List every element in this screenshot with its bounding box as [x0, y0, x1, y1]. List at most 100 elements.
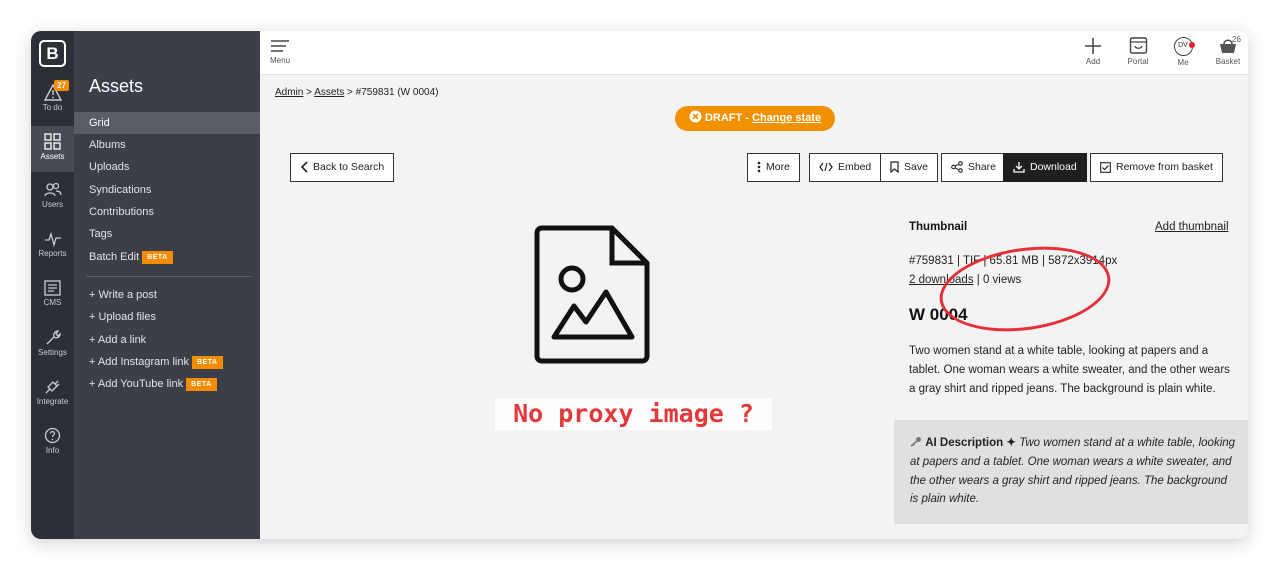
key-icon [910, 437, 921, 447]
rail-label: Assets [40, 152, 65, 161]
beta-badge: BETA [191, 355, 223, 369]
rail-item-info[interactable]: Info [31, 420, 74, 466]
subnav-item-batch-edit[interactable]: Batch Edit BETA [74, 246, 260, 268]
add-label: Add [1085, 57, 1101, 66]
bookmark-icon [890, 161, 899, 174]
menu-button[interactable]: Menu [270, 38, 290, 65]
download-button[interactable]: Download [1003, 153, 1087, 182]
image-placeholder-icon [534, 225, 650, 364]
rail-label: Integrate [36, 397, 69, 406]
rail-label: Users [42, 200, 63, 209]
embed-button[interactable]: Embed [809, 153, 882, 182]
avatar-initials: DV [1178, 42, 1188, 49]
subnav-item-tags[interactable]: Tags [74, 223, 260, 245]
beta-badge: BETA [142, 250, 173, 264]
rail-label: Info [45, 446, 60, 455]
thumbnail-heading: Thumbnail [909, 221, 968, 233]
rail-label: To do [42, 103, 63, 112]
me-button[interactable]: DV Me [1163, 36, 1203, 67]
more-label: More [766, 161, 790, 173]
rail-item-settings[interactable]: Settings [31, 322, 74, 368]
rail-item-assets[interactable]: Assets [31, 126, 74, 172]
rail-label: CMS [43, 298, 62, 307]
basket-count: 26 [1232, 35, 1241, 44]
share-label: Share [968, 161, 997, 173]
subnav-title: Assets [89, 76, 144, 96]
draft-state-label: DRAFT [704, 112, 743, 124]
rail-item-cms[interactable]: CMS [31, 273, 74, 319]
breadcrumb: Admin > Assets > #759831 (W 0004) [275, 87, 438, 98]
subnav-item-albums[interactable]: Albums [74, 134, 260, 156]
action-add-youtube-link[interactable]: + Add YouTube link BETA [74, 373, 260, 395]
add-button[interactable]: Add [1073, 36, 1113, 66]
subnav-item-contributions[interactable]: Contributions [74, 201, 260, 223]
portal-label: Portal [1127, 57, 1149, 66]
action-label: + Add YouTube link [89, 378, 184, 390]
pulse-icon [44, 231, 61, 247]
no-proxy-annotation: No proxy image ? [495, 398, 772, 430]
breadcrumb-current: #759831 (W 0004) [355, 87, 439, 98]
remove-from-basket-button[interactable]: Remove from basket [1090, 153, 1223, 182]
more-button[interactable]: More [747, 153, 800, 182]
embed-label: Embed [838, 161, 872, 173]
action-add-link[interactable]: + Add a link [74, 329, 260, 351]
breadcrumb-admin[interactable]: Admin [275, 87, 303, 98]
rail-item-reports[interactable]: Reports [31, 224, 74, 270]
app-window: B 27 To do Assets Users Reports CMS Sett… [31, 31, 1248, 539]
rail-label: Reports [38, 249, 67, 258]
ai-description-box: AI Description ✦ Two women stand at a wh… [894, 420, 1248, 524]
download-label: Download [1030, 161, 1077, 173]
draft-state-pill[interactable]: DRAFT - Change state [675, 106, 835, 131]
rail-label: Settings [38, 348, 67, 357]
code-icon [819, 162, 833, 172]
subnav-item-grid[interactable]: Grid [74, 112, 260, 134]
change-state-link[interactable]: Change state [752, 112, 821, 124]
assets-subnav: Assets Grid Albums Uploads Syndications … [74, 31, 260, 539]
portal-icon [1129, 37, 1147, 54]
grid-icon [44, 133, 61, 150]
notification-dot [1188, 42, 1195, 48]
asset-description: Two women stand at a white table, lookin… [909, 345, 1230, 395]
rail-item-todo[interactable]: 27 To do [31, 77, 74, 123]
rail-item-users[interactable]: Users [31, 175, 74, 221]
app-logo[interactable]: B [39, 40, 66, 67]
me-label: Me [1177, 58, 1189, 67]
remove-label: Remove from basket [1116, 161, 1213, 173]
breadcrumb-separator: > [306, 87, 312, 98]
ai-description-label: AI Description ✦ [925, 437, 1016, 449]
share-button[interactable]: Share [941, 153, 1007, 182]
subnav-item-syndications[interactable]: Syndications [74, 179, 260, 201]
share-icon [951, 161, 963, 174]
subnav-item-label: Batch Edit [89, 251, 140, 263]
hamburger-icon [271, 40, 289, 52]
icon-rail: B 27 To do Assets Users Reports CMS Sett… [31, 31, 74, 539]
basket-label: Basket [1215, 57, 1241, 66]
question-icon [44, 427, 61, 444]
portal-button[interactable]: Portal [1118, 36, 1158, 66]
subnav-divider [86, 276, 252, 277]
breadcrumb-assets[interactable]: Assets [314, 87, 344, 98]
annotation-ellipse [934, 236, 1116, 342]
rail-item-integrate[interactable]: Integrate [31, 371, 74, 417]
close-circle-icon [689, 110, 702, 123]
save-button[interactable]: Save [880, 153, 938, 182]
menu-label: Menu [270, 56, 291, 65]
action-upload-files[interactable]: + Upload files [74, 306, 260, 328]
back-label: Back to Search [313, 161, 385, 173]
download-icon [1013, 162, 1025, 173]
add-thumbnail-link[interactable]: Add thumbnail [1155, 221, 1229, 233]
subnav-item-uploads[interactable]: Uploads [74, 156, 260, 178]
action-write-post[interactable]: + Write a post [74, 284, 260, 306]
basket-button[interactable]: 26 Basket [1208, 35, 1248, 66]
chevron-left-icon [300, 161, 308, 173]
action-add-instagram-link[interactable]: + Add Instagram link BETA [74, 351, 260, 373]
breadcrumb-separator: > [347, 87, 353, 98]
cms-icon [44, 280, 61, 296]
avatar: DV [1173, 37, 1195, 56]
checkbox-icon [1100, 161, 1111, 173]
top-bar: Menu Add Portal DV Me 26 Basket [260, 31, 1248, 75]
todo-count-badge: 27 [54, 80, 69, 91]
wrench-icon [46, 330, 61, 345]
plug-icon [45, 380, 60, 394]
back-to-search-button[interactable]: Back to Search [290, 153, 395, 182]
